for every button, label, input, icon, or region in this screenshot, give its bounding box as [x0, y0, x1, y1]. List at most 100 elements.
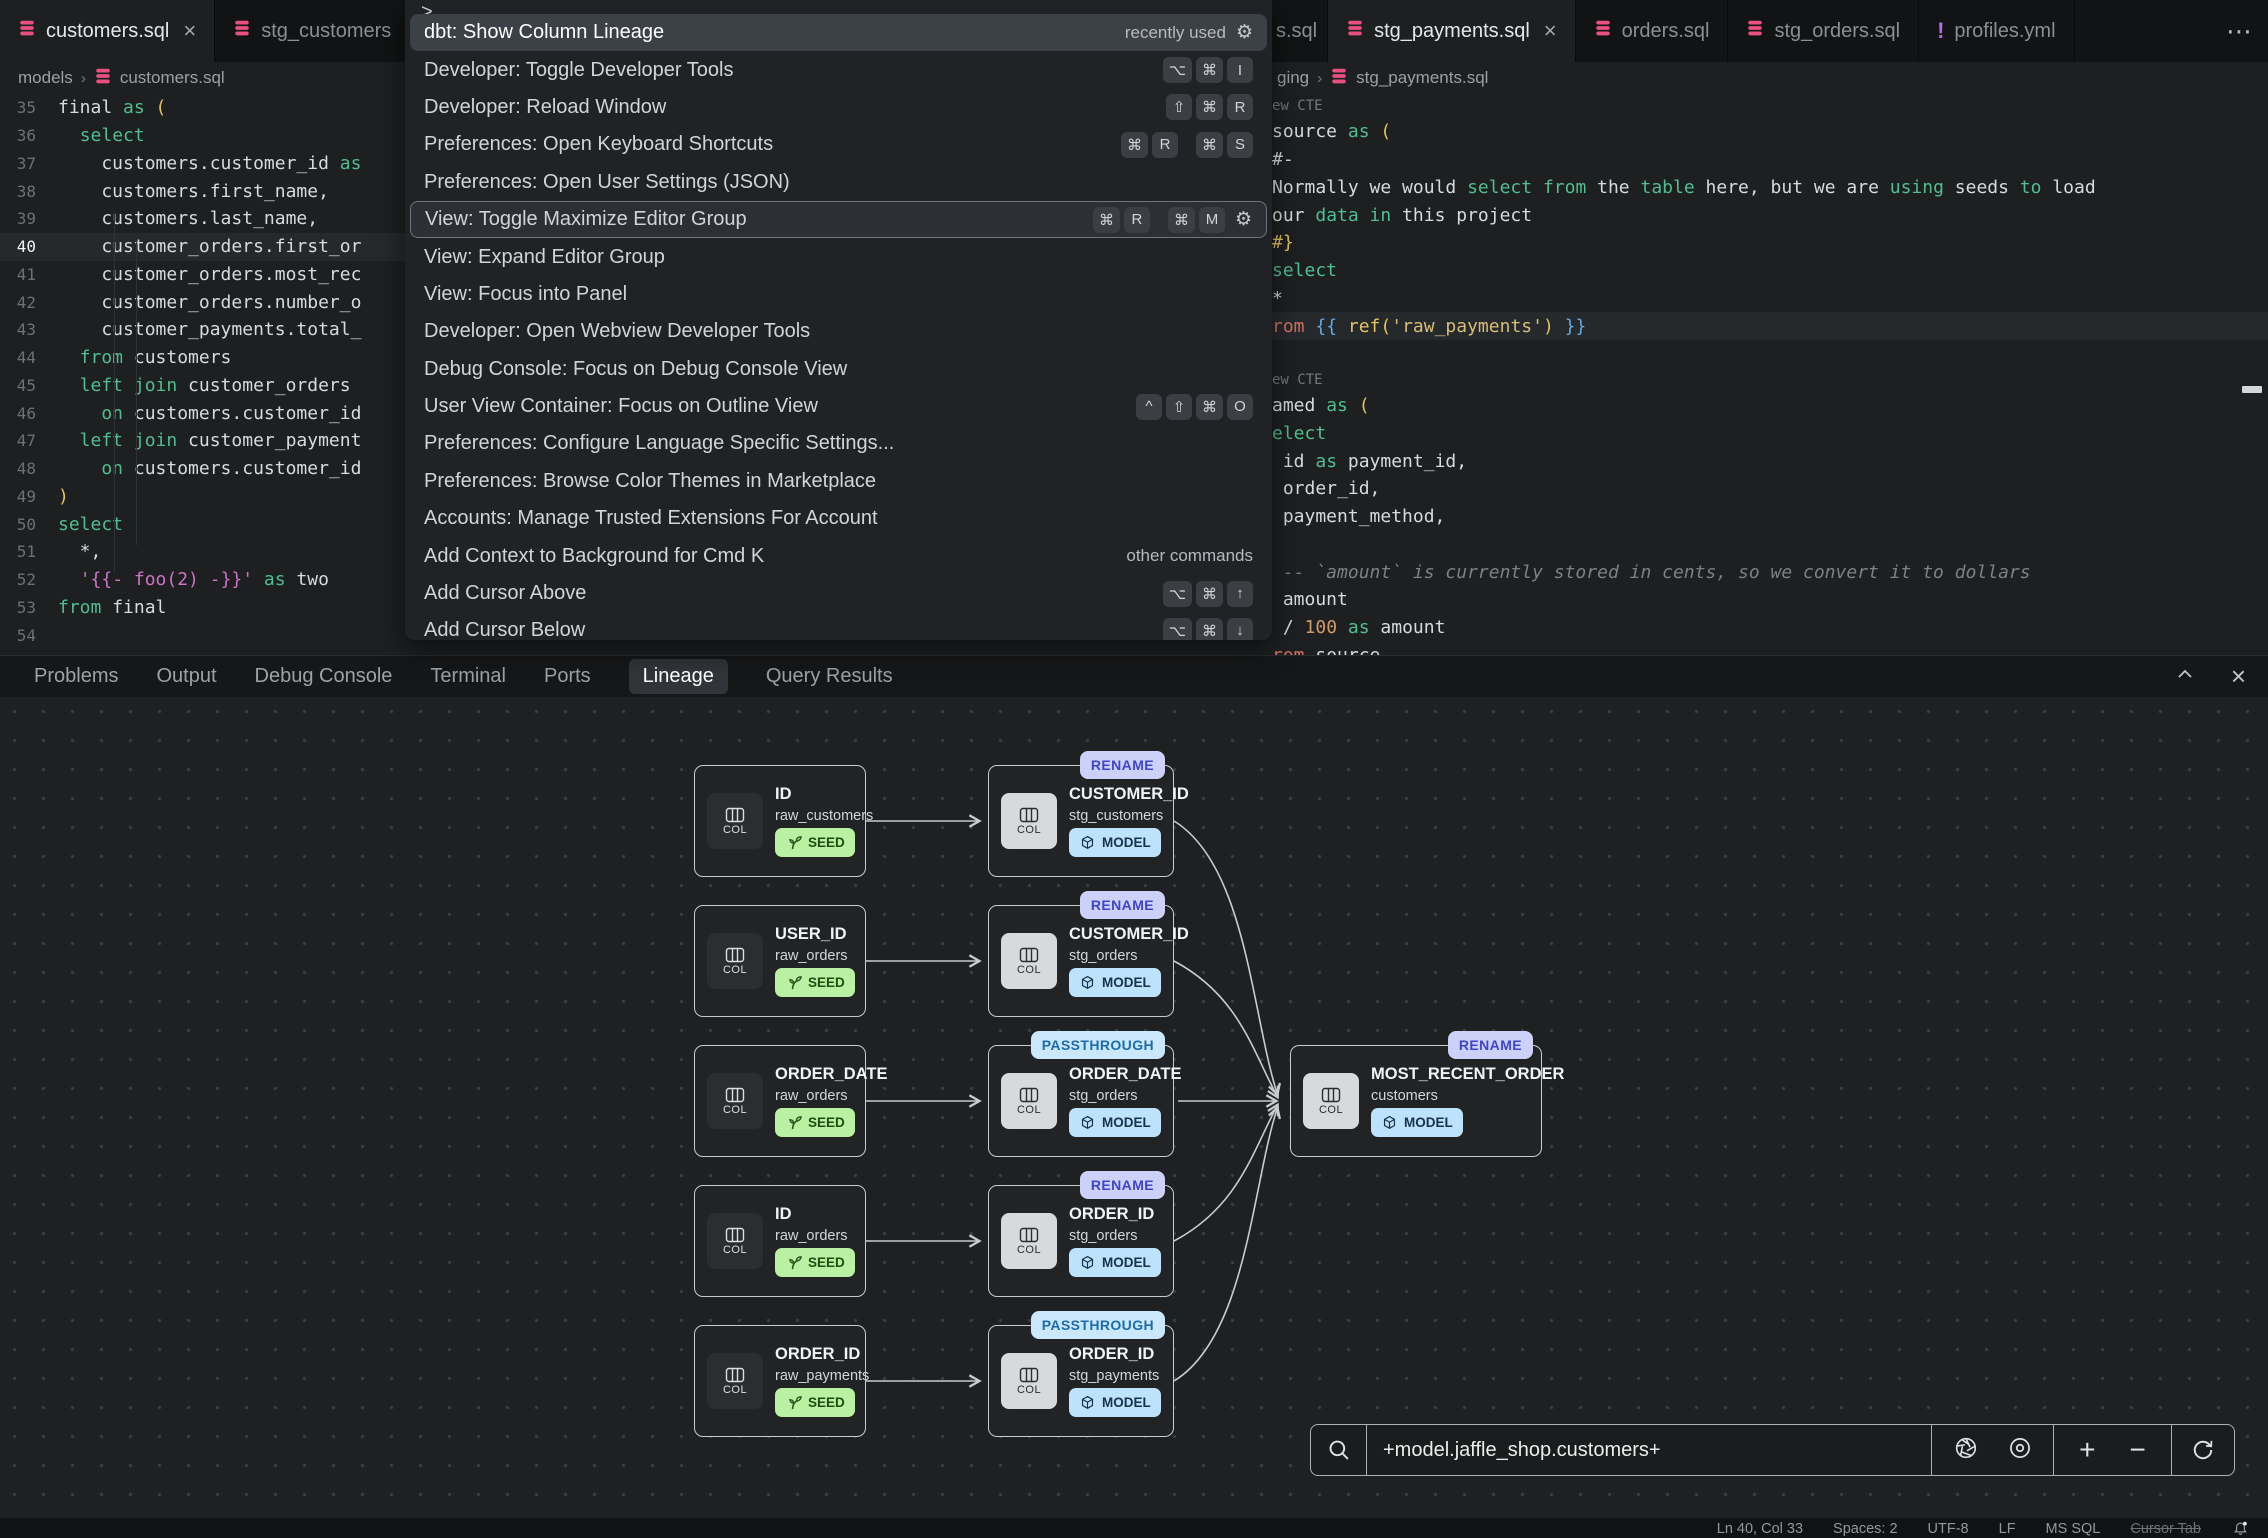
code-line[interactable] — [1272, 340, 2268, 368]
breadcrumb-file[interactable]: customers.sql — [120, 68, 225, 88]
palette-item[interactable]: Preferences: Browse Color Themes in Mark… — [410, 463, 1267, 500]
codelens-label[interactable]: ew CTE — [1272, 372, 1323, 388]
panel-tab-ports[interactable]: Ports — [544, 665, 591, 688]
code-line[interactable]: * — [1272, 285, 2268, 313]
command-palette-input[interactable]: > — [405, 0, 1272, 14]
close-tab-icon[interactable]: × — [183, 18, 196, 44]
breadcrumb-left[interactable]: models › customers.sql — [0, 62, 405, 94]
lineage-node-order_id-raw_payments[interactable]: COLORDER_IDraw_paymentsSEED — [694, 1325, 866, 1437]
code-line[interactable]: 47 left join customer_payment — [0, 427, 405, 455]
code-line[interactable]: / 100 as amount — [1272, 614, 2268, 642]
more-tabs-icon[interactable]: ⋯ — [2226, 0, 2254, 62]
tab-profiles-yml[interactable]: !profiles.yml — [1919, 0, 2074, 62]
lineage-search-input[interactable] — [1383, 1439, 1931, 1462]
tab-stg-orders-sql[interactable]: stg_orders.sql — [1728, 0, 1919, 62]
code-line[interactable]: id as payment_id, — [1272, 447, 2268, 475]
close-panel-icon[interactable]: × — [2231, 661, 2246, 692]
breadcrumb-root[interactable]: ging — [1277, 68, 1309, 88]
refresh-button[interactable] — [2172, 1425, 2234, 1475]
code-line[interactable]: Normally we would select from the table … — [1272, 174, 2268, 202]
tab-customers-sql[interactable]: customers.sql× — [0, 0, 215, 62]
breadcrumb-file[interactable]: stg_payments.sql — [1356, 68, 1488, 88]
code-line[interactable]: order_id, — [1272, 475, 2268, 503]
palette-item[interactable]: Add Context to Background for Cmd Kother… — [410, 537, 1267, 574]
code-line[interactable] — [1272, 531, 2268, 559]
zoom-out-button[interactable]: − — [2130, 1436, 2146, 1464]
palette-item[interactable]: Preferences: Open User Settings (JSON) — [410, 164, 1267, 201]
tab-orders-sql[interactable]: orders.sql — [1576, 0, 1729, 62]
aperture-icon[interactable] — [1953, 1435, 1979, 1466]
code-line[interactable]: amount — [1272, 586, 2268, 614]
status-item-utf-8[interactable]: UTF-8 — [1928, 1521, 1969, 1537]
palette-item[interactable]: Debug Console: Focus on Debug Console Vi… — [410, 351, 1267, 388]
close-tab-icon[interactable]: × — [1544, 18, 1557, 44]
status-item-ms-sql[interactable]: MS SQL — [2046, 1521, 2101, 1537]
codelens-label[interactable]: ew CTE — [1272, 98, 1323, 114]
code-line[interactable]: #- — [1272, 146, 2268, 174]
code-line[interactable]: 50select — [0, 510, 405, 538]
palette-item[interactable]: Add Cursor Above⌥⌘↑ — [410, 575, 1267, 612]
gear-icon[interactable]: ⚙ — [1236, 21, 1253, 44]
tab-s-sql[interactable]: s.sql — [1272, 0, 1328, 62]
code-line[interactable]: 38 customers.first_name, — [0, 177, 405, 205]
lineage-node-order_date-raw_orders[interactable]: COLORDER_DATEraw_ordersSEED — [694, 1045, 866, 1157]
code-line[interactable]: 43 customer_payments.total_ — [0, 316, 405, 344]
lineage-canvas[interactable]: + − COLIDraw_customersSEEDCOLUSER_IDraw_… — [0, 697, 2268, 1518]
code-line[interactable]: 39 customers.last_name, — [0, 205, 405, 233]
codelens-line[interactable]: ew CTE — [1272, 94, 2268, 118]
code-line[interactable]: rom {{ ref('raw_payments') }} — [1272, 312, 2268, 340]
lineage-node-id-raw_customers[interactable]: COLIDraw_customersSEED — [694, 765, 866, 877]
breadcrumb-right[interactable]: ging › stg_payments.sql — [1272, 62, 2268, 94]
editor-left[interactable]: models › customers.sql 35final as (36 se… — [0, 62, 405, 655]
code-line[interactable]: 44 from customers — [0, 344, 405, 372]
focus-icon[interactable] — [2007, 1435, 2033, 1466]
code-line[interactable]: 48 on customers.customer_id — [0, 455, 405, 483]
code-line[interactable]: 45 left join customer_orders — [0, 372, 405, 400]
lineage-node-most_recent_order-customers[interactable]: RENAMECOLMOST_RECENT_ORDERcustomersMODEL — [1290, 1045, 1542, 1157]
palette-item[interactable]: Developer: Reload Window⇧⌘R — [410, 89, 1267, 126]
palette-item[interactable]: View: Focus into Panel — [410, 276, 1267, 313]
palette-item[interactable]: Preferences: Open Keyboard Shortcuts⌘R⌘S — [410, 126, 1267, 163]
lineage-node-order_id-stg_payments[interactable]: PASSTHROUGHCOLORDER_IDstg_paymentsMODEL — [988, 1325, 1174, 1437]
lineage-node-id-raw_orders[interactable]: COLIDraw_ordersSEED — [694, 1185, 866, 1297]
panel-tab-problems[interactable]: Problems — [34, 665, 118, 688]
status-item-lf[interactable]: LF — [1999, 1521, 2016, 1537]
editor-right[interactable]: ging › stg_payments.sql ew CTE source as … — [1272, 62, 2268, 655]
panel-tab-lineage[interactable]: Lineage — [629, 659, 728, 694]
palette-item[interactable]: View: Toggle Maximize Editor Group⌘R⌘M⚙ — [410, 201, 1267, 238]
palette-item[interactable]: Preferences: Configure Language Specific… — [410, 425, 1267, 462]
code-line[interactable]: rom source — [1272, 642, 2268, 656]
code-line[interactable]: 53from final — [0, 594, 405, 622]
code-line[interactable]: 42 customer_orders.number_o — [0, 288, 405, 316]
breadcrumb-root[interactable]: models — [18, 68, 73, 88]
code-line[interactable]: amed as ( — [1272, 392, 2268, 420]
code-line[interactable]: select — [1272, 257, 2268, 285]
panel-tab-terminal[interactable]: Terminal — [430, 665, 506, 688]
status-item-cursor-tab[interactable]: Cursor Tab — [2130, 1521, 2201, 1537]
code-line[interactable]: elect — [1272, 420, 2268, 448]
code-line[interactable]: #} — [1272, 229, 2268, 257]
code-line[interactable]: source as ( — [1272, 118, 2268, 146]
panel-tab-query-results[interactable]: Query Results — [766, 665, 893, 688]
lineage-node-customer_id-stg_customers[interactable]: RENAMECOLCUSTOMER_IDstg_customersMODEL — [988, 765, 1174, 877]
command-palette[interactable]: > dbt: Show Column Lineagerecently used⚙… — [405, 0, 1272, 640]
code-line[interactable]: 40 customer_orders.first_or — [0, 233, 405, 261]
code-line[interactable]: -- `amount` is currently stored in cents… — [1272, 558, 2268, 586]
code-line[interactable]: our data in this project — [1272, 201, 2268, 229]
bell-icon[interactable] — [2231, 1520, 2250, 1538]
panel-tab-debug-console[interactable]: Debug Console — [255, 665, 393, 688]
code-line[interactable]: 49) — [0, 483, 405, 511]
codelens-line[interactable]: ew CTE — [1272, 368, 2268, 392]
palette-item[interactable]: dbt: Show Column Lineagerecently used⚙ — [410, 14, 1267, 51]
code-line[interactable]: payment_method, — [1272, 503, 2268, 531]
code-line[interactable]: 54 — [0, 621, 405, 649]
code-line[interactable]: 52 '{{- foo(2) -}}' as two — [0, 566, 405, 594]
code-line[interactable]: 37 customers.customer_id as — [0, 150, 405, 178]
panel-tab-output[interactable]: Output — [156, 665, 216, 688]
tab-stg-payments-sql[interactable]: stg_payments.sql× — [1328, 0, 1576, 62]
palette-item[interactable]: Add Cursor Below⌥⌘↓ — [410, 612, 1267, 640]
code-line[interactable]: 36 select — [0, 122, 405, 150]
zoom-in-button[interactable]: + — [2079, 1436, 2095, 1464]
palette-item[interactable]: Accounts: Manage Trusted Extensions For … — [410, 500, 1267, 537]
code-line[interactable]: 46 on customers.customer_id — [0, 399, 405, 427]
